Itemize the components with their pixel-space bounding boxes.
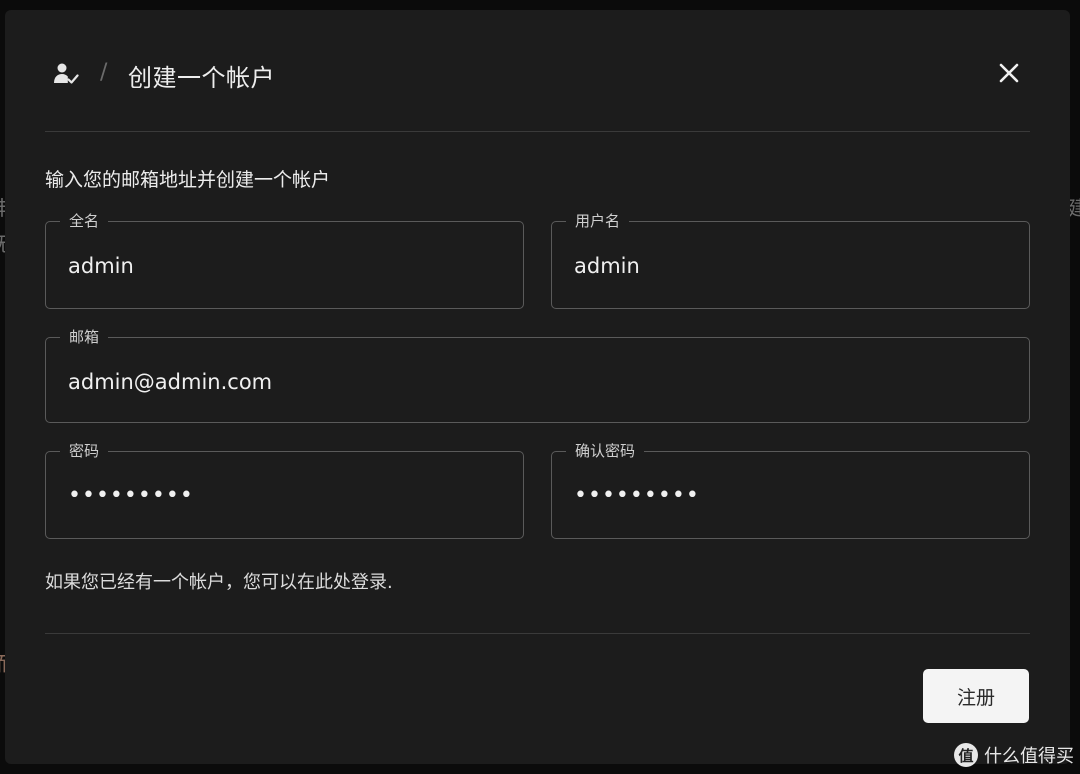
- watermark-logo-icon: 值: [954, 743, 978, 767]
- breadcrumb-separator: /: [100, 60, 108, 85]
- confirm-password-input[interactable]: •••••••••: [574, 476, 1007, 516]
- password-label: 密码: [60, 440, 109, 462]
- email-label: 邮箱: [60, 326, 109, 348]
- login-link[interactable]: 如果您已经有一个帐户，您可以在此处登录.: [45, 568, 393, 594]
- username-label: 用户名: [566, 210, 630, 232]
- confirm-password-field[interactable]: 确认密码 •••••••••: [551, 440, 1030, 539]
- username-input[interactable]: [574, 246, 1007, 286]
- password-input[interactable]: •••••••••: [68, 476, 501, 516]
- watermark-text: 什么值得买: [984, 746, 1074, 767]
- dialog-subtitle: 输入您的邮箱地址并创建一个帐户: [45, 169, 331, 191]
- create-account-dialog: / 创建一个帐户 输入您的邮箱地址并创建一个帐户 全名 用户名 邮箱 密码 ••…: [5, 10, 1070, 764]
- email-field[interactable]: 邮箱: [45, 326, 1030, 423]
- close-icon[interactable]: [998, 62, 1020, 84]
- full-name-label: 全名: [60, 210, 109, 232]
- full-name-input[interactable]: [68, 246, 501, 286]
- email-input[interactable]: [68, 362, 1007, 402]
- dialog-header: / 创建一个帐户: [45, 10, 1030, 132]
- site-watermark: 值 什么值得买: [954, 742, 1074, 768]
- register-button[interactable]: 注册: [923, 669, 1029, 723]
- dialog-title: 创建一个帐户: [128, 64, 275, 92]
- password-field[interactable]: 密码 •••••••••: [45, 440, 524, 539]
- footer-divider: [45, 633, 1030, 634]
- full-name-field[interactable]: 全名: [45, 210, 524, 309]
- user-check-icon: [53, 62, 79, 86]
- username-field[interactable]: 用户名: [551, 210, 1030, 309]
- confirm-password-label: 确认密码: [566, 440, 645, 462]
